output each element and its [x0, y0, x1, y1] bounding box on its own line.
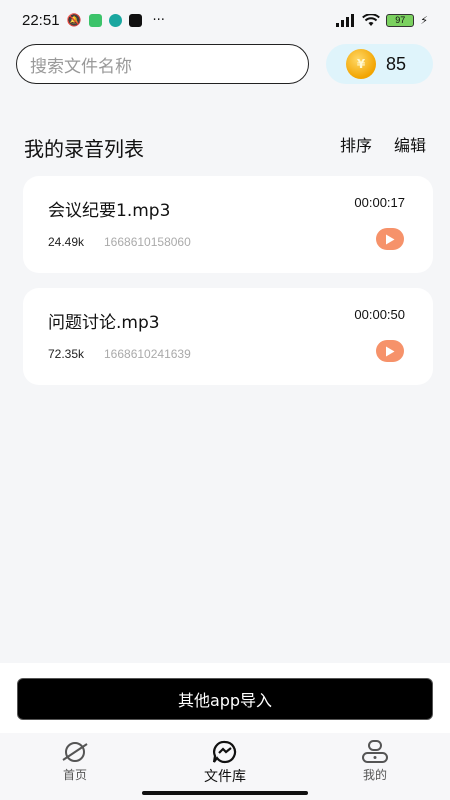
coin-icon: ¥ — [346, 49, 376, 79]
planet-icon — [62, 742, 88, 762]
more-notifications-icon: ··· — [152, 12, 165, 28]
home-indicator — [142, 791, 308, 795]
status-bar: 22:51 🔕 ··· 97 ⚡ — [0, 0, 450, 40]
chat-wave-icon — [212, 740, 237, 764]
tab-label: 首页 — [62, 768, 87, 782]
list-actions: 排序 编辑 — [340, 132, 426, 156]
message-app-icon — [88, 13, 102, 27]
recording-size: 72.35k — [48, 347, 85, 361]
tab-label: 文件库 — [204, 769, 246, 785]
tab-profile[interactable]: 我的 — [300, 733, 450, 800]
play-icon — [386, 234, 395, 244]
coin-balance[interactable]: ¥ 85 — [326, 44, 433, 84]
recording-duration: 00:00:50 — [354, 307, 405, 322]
tab-label: 我的 — [362, 768, 387, 782]
section-title: 我的录音列表 — [24, 137, 144, 161]
tab-home[interactable]: 首页 — [0, 733, 150, 800]
signal-icon — [336, 13, 355, 27]
play-icon — [386, 346, 395, 356]
mute-icon: 🔕 — [66, 13, 82, 27]
status-left: 22:51 🔕 ··· — [22, 12, 165, 29]
tiktok-icon — [128, 13, 142, 27]
battery-icon: 97 — [386, 13, 415, 27]
search-input[interactable]: 搜索文件名称 — [16, 44, 309, 84]
play-button[interactable] — [376, 228, 404, 250]
recording-id: 1668610158060 — [104, 235, 191, 249]
recording-duration: 00:00:17 — [354, 195, 405, 210]
recording-id: 1668610241639 — [104, 347, 191, 361]
status-time: 22:51 — [22, 11, 60, 29]
app-notification-icon — [108, 13, 122, 27]
recording-card[interactable]: 问题讨论.mp3 00:00:50 72.35k 1668610241639 — [23, 288, 433, 385]
status-right: 97 ⚡ — [336, 13, 428, 27]
recording-name: 会议纪要1.mp3 — [48, 201, 171, 221]
import-from-other-app-button[interactable]: 其他app导入 — [17, 678, 433, 720]
tab-file-library[interactable]: 文件库 — [150, 733, 300, 800]
profile-icon — [362, 740, 388, 763]
recording-card[interactable]: 会议纪要1.mp3 00:00:17 24.49k 1668610158060 — [23, 176, 433, 273]
edit-button[interactable]: 编辑 — [394, 132, 426, 156]
sort-button[interactable]: 排序 — [340, 132, 372, 156]
coin-count: 85 — [386, 53, 407, 74]
recording-name: 问题讨论.mp3 — [48, 313, 160, 333]
recording-size: 24.49k — [48, 235, 85, 249]
bottom-tab-bar: 首页 文件库 我的 — [0, 733, 450, 800]
charging-icon: ⚡ — [420, 13, 428, 27]
wifi-icon — [362, 13, 381, 26]
play-button[interactable] — [376, 340, 404, 362]
